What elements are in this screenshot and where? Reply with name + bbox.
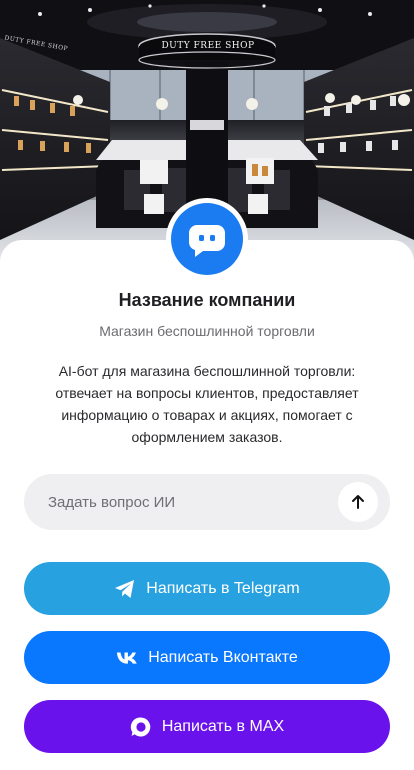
vk-icon <box>116 647 138 669</box>
company-name: Название компании <box>118 290 296 310</box>
telegram-button-label: Написать в Telegram <box>146 579 300 597</box>
company-description: AI-бот для магазина беспошлинной торговл… <box>55 363 359 445</box>
shop-sign: DUTY FREE SHOP <box>161 41 255 51</box>
vk-button[interactable]: Написать Вконтакте <box>24 631 390 684</box>
vk-button-label: Написать Вконтакте <box>148 648 298 666</box>
ask-ai-input[interactable] <box>48 474 338 530</box>
max-icon <box>130 716 152 738</box>
telegram-button[interactable]: Написать в Telegram <box>24 562 390 615</box>
arrow-up-icon <box>352 495 364 509</box>
send-button[interactable] <box>338 482 378 522</box>
telegram-icon <box>114 578 136 600</box>
chat-bot-icon <box>189 225 225 257</box>
max-button-label: Написать в MAX <box>161 717 285 735</box>
max-button[interactable]: Написать в MAX <box>24 700 390 753</box>
ask-ai-field[interactable] <box>24 474 390 530</box>
avatar <box>171 203 243 275</box>
company-subtitle: Магазин беспошлинной торговли <box>99 323 315 339</box>
avatar-ring <box>166 198 248 280</box>
